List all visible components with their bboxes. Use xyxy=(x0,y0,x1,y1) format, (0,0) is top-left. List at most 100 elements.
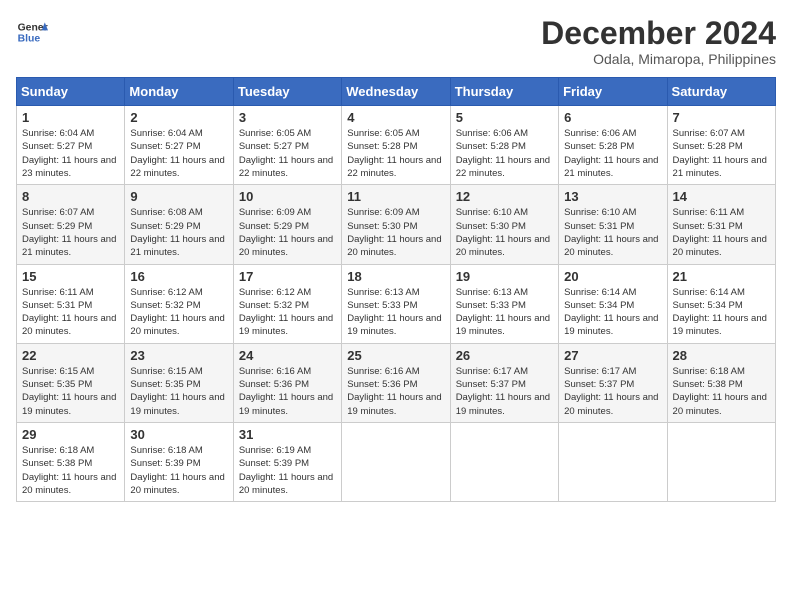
calendar-header-row: Sunday Monday Tuesday Wednesday Thursday… xyxy=(17,78,776,106)
table-row: 16 Sunrise: 6:12 AM Sunset: 5:32 PM Dayl… xyxy=(125,264,233,343)
day-number: 10 xyxy=(239,189,336,204)
day-info: Sunrise: 6:18 AM Sunset: 5:38 PM Dayligh… xyxy=(673,365,770,418)
day-number: 30 xyxy=(130,427,227,442)
calendar-week-row: 8 Sunrise: 6:07 AM Sunset: 5:29 PM Dayli… xyxy=(17,185,776,264)
day-number: 2 xyxy=(130,110,227,125)
day-number: 22 xyxy=(22,348,119,363)
table-row xyxy=(342,422,450,501)
day-info: Sunrise: 6:15 AM Sunset: 5:35 PM Dayligh… xyxy=(130,365,227,418)
day-info: Sunrise: 6:19 AM Sunset: 5:39 PM Dayligh… xyxy=(239,444,336,497)
day-info: Sunrise: 6:09 AM Sunset: 5:30 PM Dayligh… xyxy=(347,206,444,259)
table-row xyxy=(667,422,775,501)
table-row: 24 Sunrise: 6:16 AM Sunset: 5:36 PM Dayl… xyxy=(233,343,341,422)
title-area: December 2024 Odala, Mimaropa, Philippin… xyxy=(541,16,776,67)
day-number: 3 xyxy=(239,110,336,125)
day-number: 5 xyxy=(456,110,553,125)
table-row: 25 Sunrise: 6:16 AM Sunset: 5:36 PM Dayl… xyxy=(342,343,450,422)
day-number: 1 xyxy=(22,110,119,125)
col-tuesday: Tuesday xyxy=(233,78,341,106)
day-info: Sunrise: 6:04 AM Sunset: 5:27 PM Dayligh… xyxy=(130,127,227,180)
calendar-week-row: 1 Sunrise: 6:04 AM Sunset: 5:27 PM Dayli… xyxy=(17,106,776,185)
table-row: 11 Sunrise: 6:09 AM Sunset: 5:30 PM Dayl… xyxy=(342,185,450,264)
calendar-table: Sunday Monday Tuesday Wednesday Thursday… xyxy=(16,77,776,502)
logo-icon: General Blue xyxy=(16,16,48,48)
day-number: 25 xyxy=(347,348,444,363)
table-row: 23 Sunrise: 6:15 AM Sunset: 5:35 PM Dayl… xyxy=(125,343,233,422)
day-info: Sunrise: 6:12 AM Sunset: 5:32 PM Dayligh… xyxy=(130,286,227,339)
table-row: 17 Sunrise: 6:12 AM Sunset: 5:32 PM Dayl… xyxy=(233,264,341,343)
day-info: Sunrise: 6:13 AM Sunset: 5:33 PM Dayligh… xyxy=(456,286,553,339)
day-info: Sunrise: 6:09 AM Sunset: 5:29 PM Dayligh… xyxy=(239,206,336,259)
table-row xyxy=(450,422,558,501)
day-number: 6 xyxy=(564,110,661,125)
day-number: 4 xyxy=(347,110,444,125)
day-info: Sunrise: 6:13 AM Sunset: 5:33 PM Dayligh… xyxy=(347,286,444,339)
table-row: 3 Sunrise: 6:05 AM Sunset: 5:27 PM Dayli… xyxy=(233,106,341,185)
page-header: General Blue December 2024 Odala, Mimaro… xyxy=(16,16,776,67)
day-number: 15 xyxy=(22,269,119,284)
day-info: Sunrise: 6:18 AM Sunset: 5:39 PM Dayligh… xyxy=(130,444,227,497)
table-row: 19 Sunrise: 6:13 AM Sunset: 5:33 PM Dayl… xyxy=(450,264,558,343)
day-info: Sunrise: 6:14 AM Sunset: 5:34 PM Dayligh… xyxy=(673,286,770,339)
day-number: 11 xyxy=(347,189,444,204)
calendar-week-row: 15 Sunrise: 6:11 AM Sunset: 5:31 PM Dayl… xyxy=(17,264,776,343)
day-number: 28 xyxy=(673,348,770,363)
day-info: Sunrise: 6:04 AM Sunset: 5:27 PM Dayligh… xyxy=(22,127,119,180)
day-info: Sunrise: 6:18 AM Sunset: 5:38 PM Dayligh… xyxy=(22,444,119,497)
day-info: Sunrise: 6:12 AM Sunset: 5:32 PM Dayligh… xyxy=(239,286,336,339)
col-saturday: Saturday xyxy=(667,78,775,106)
col-sunday: Sunday xyxy=(17,78,125,106)
day-info: Sunrise: 6:14 AM Sunset: 5:34 PM Dayligh… xyxy=(564,286,661,339)
col-wednesday: Wednesday xyxy=(342,78,450,106)
table-row: 22 Sunrise: 6:15 AM Sunset: 5:35 PM Dayl… xyxy=(17,343,125,422)
day-info: Sunrise: 6:07 AM Sunset: 5:28 PM Dayligh… xyxy=(673,127,770,180)
col-thursday: Thursday xyxy=(450,78,558,106)
day-number: 17 xyxy=(239,269,336,284)
day-number: 16 xyxy=(130,269,227,284)
day-info: Sunrise: 6:10 AM Sunset: 5:31 PM Dayligh… xyxy=(564,206,661,259)
table-row: 20 Sunrise: 6:14 AM Sunset: 5:34 PM Dayl… xyxy=(559,264,667,343)
col-monday: Monday xyxy=(125,78,233,106)
table-row: 8 Sunrise: 6:07 AM Sunset: 5:29 PM Dayli… xyxy=(17,185,125,264)
table-row: 21 Sunrise: 6:14 AM Sunset: 5:34 PM Dayl… xyxy=(667,264,775,343)
day-info: Sunrise: 6:11 AM Sunset: 5:31 PM Dayligh… xyxy=(22,286,119,339)
table-row: 1 Sunrise: 6:04 AM Sunset: 5:27 PM Dayli… xyxy=(17,106,125,185)
svg-text:Blue: Blue xyxy=(18,34,41,45)
day-info: Sunrise: 6:17 AM Sunset: 5:37 PM Dayligh… xyxy=(564,365,661,418)
day-info: Sunrise: 6:08 AM Sunset: 5:29 PM Dayligh… xyxy=(130,206,227,259)
day-number: 26 xyxy=(456,348,553,363)
day-info: Sunrise: 6:06 AM Sunset: 5:28 PM Dayligh… xyxy=(564,127,661,180)
day-info: Sunrise: 6:07 AM Sunset: 5:29 PM Dayligh… xyxy=(22,206,119,259)
day-number: 18 xyxy=(347,269,444,284)
table-row: 28 Sunrise: 6:18 AM Sunset: 5:38 PM Dayl… xyxy=(667,343,775,422)
day-number: 13 xyxy=(564,189,661,204)
day-number: 7 xyxy=(673,110,770,125)
table-row: 12 Sunrise: 6:10 AM Sunset: 5:30 PM Dayl… xyxy=(450,185,558,264)
day-number: 21 xyxy=(673,269,770,284)
day-number: 31 xyxy=(239,427,336,442)
day-number: 19 xyxy=(456,269,553,284)
table-row: 15 Sunrise: 6:11 AM Sunset: 5:31 PM Dayl… xyxy=(17,264,125,343)
day-number: 24 xyxy=(239,348,336,363)
day-number: 20 xyxy=(564,269,661,284)
day-number: 12 xyxy=(456,189,553,204)
table-row: 31 Sunrise: 6:19 AM Sunset: 5:39 PM Dayl… xyxy=(233,422,341,501)
table-row: 18 Sunrise: 6:13 AM Sunset: 5:33 PM Dayl… xyxy=(342,264,450,343)
calendar-week-row: 29 Sunrise: 6:18 AM Sunset: 5:38 PM Dayl… xyxy=(17,422,776,501)
calendar-week-row: 22 Sunrise: 6:15 AM Sunset: 5:35 PM Dayl… xyxy=(17,343,776,422)
month-title: December 2024 xyxy=(541,16,776,51)
col-friday: Friday xyxy=(559,78,667,106)
table-row xyxy=(559,422,667,501)
day-number: 8 xyxy=(22,189,119,204)
table-row: 27 Sunrise: 6:17 AM Sunset: 5:37 PM Dayl… xyxy=(559,343,667,422)
table-row: 13 Sunrise: 6:10 AM Sunset: 5:31 PM Dayl… xyxy=(559,185,667,264)
table-row: 9 Sunrise: 6:08 AM Sunset: 5:29 PM Dayli… xyxy=(125,185,233,264)
day-info: Sunrise: 6:05 AM Sunset: 5:27 PM Dayligh… xyxy=(239,127,336,180)
table-row: 5 Sunrise: 6:06 AM Sunset: 5:28 PM Dayli… xyxy=(450,106,558,185)
table-row: 7 Sunrise: 6:07 AM Sunset: 5:28 PM Dayli… xyxy=(667,106,775,185)
day-number: 9 xyxy=(130,189,227,204)
day-info: Sunrise: 6:11 AM Sunset: 5:31 PM Dayligh… xyxy=(673,206,770,259)
table-row: 4 Sunrise: 6:05 AM Sunset: 5:28 PM Dayli… xyxy=(342,106,450,185)
location: Odala, Mimaropa, Philippines xyxy=(541,51,776,67)
table-row: 26 Sunrise: 6:17 AM Sunset: 5:37 PM Dayl… xyxy=(450,343,558,422)
